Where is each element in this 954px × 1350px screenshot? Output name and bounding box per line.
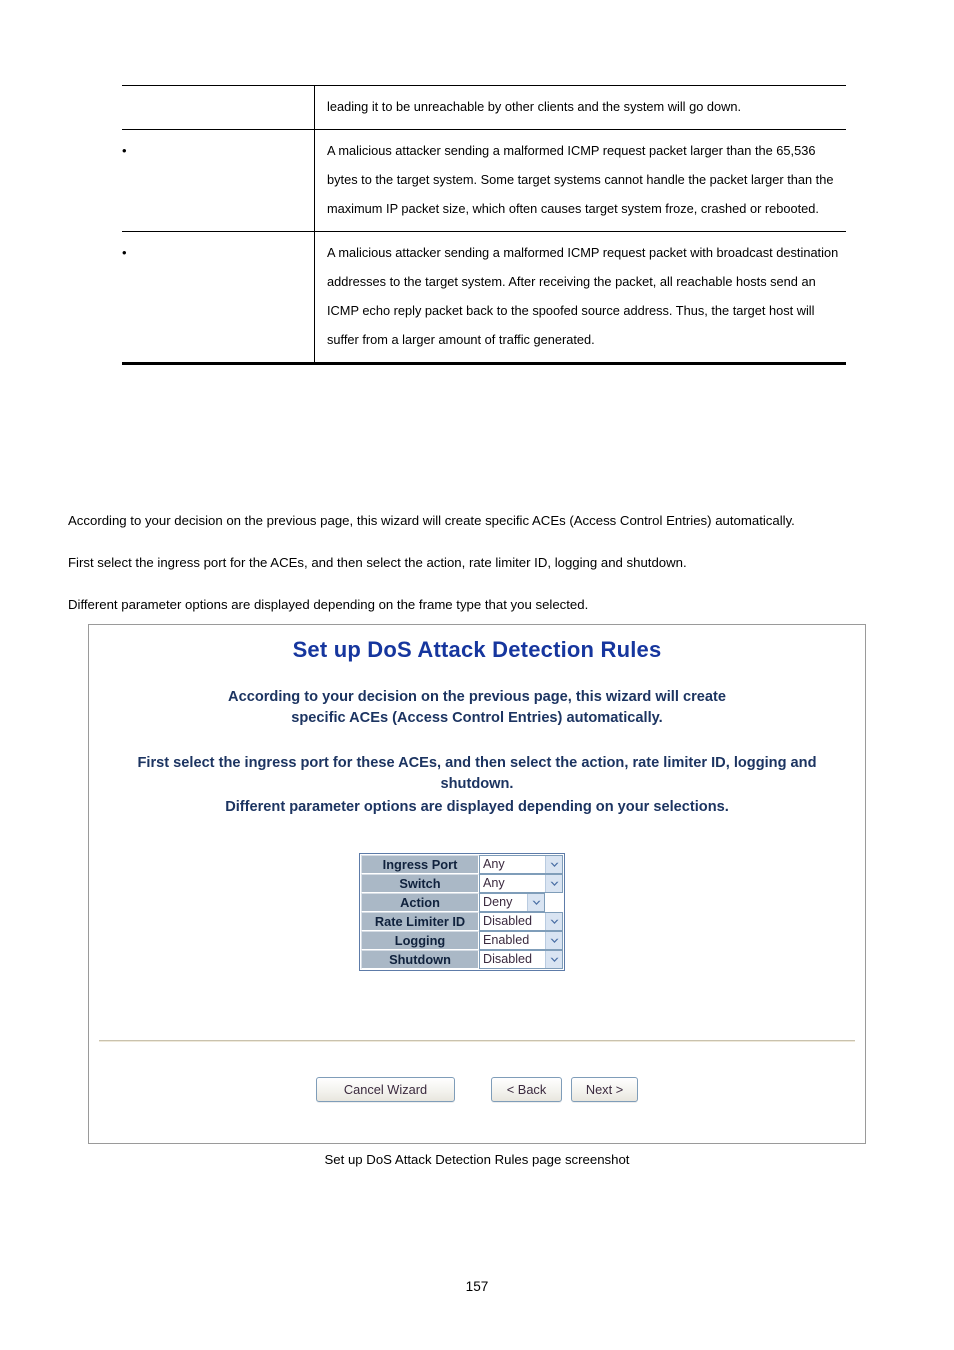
field-cell-logging: Enabled (479, 931, 563, 950)
label-switch: Switch (361, 874, 479, 893)
desc-row-text-cell: leading it to be unreachable by other cl… (314, 85, 846, 130)
switch-select[interactable]: Any (479, 874, 563, 893)
body-paragraph-3: Different parameter options are displaye… (68, 597, 589, 612)
wizard-desc-line-5: Different parameter options are displaye… (225, 799, 729, 815)
field-cell-rate-limiter-id: Disabled (479, 912, 563, 931)
settings-row-logging: Logging Enabled (361, 931, 563, 950)
wizard-button-bar: Cancel Wizard < Back Next > (89, 1077, 865, 1102)
figure-caption: Set up DoS Attack Detection Rules page s… (324, 1152, 630, 1167)
chevron-down-icon (545, 932, 562, 949)
wizard-desc-line-3: First select the ingress port for these … (137, 755, 817, 771)
settings-row-switch: Switch Any (361, 874, 563, 893)
logging-select[interactable]: Enabled (479, 931, 563, 950)
back-button[interactable]: < Back (491, 1077, 562, 1102)
desc-row-text-cell: A malicious attacker sending a malformed… (314, 231, 846, 365)
field-cell-switch: Any (479, 874, 563, 893)
shutdown-select[interactable]: Disabled (479, 950, 563, 969)
desc-row-text-cell: A malicious attacker sending a malformed… (314, 129, 846, 232)
cancel-wizard-button[interactable]: Cancel Wizard (316, 1077, 455, 1102)
label-logging: Logging (361, 931, 479, 950)
body-paragraph-1: According to your decision on the previo… (68, 513, 795, 528)
desc-text: leading it to be unreachable by other cl… (327, 99, 742, 114)
chevron-down-icon (545, 856, 562, 873)
ingress-port-select[interactable]: Any (479, 855, 563, 874)
shutdown-value: Disabled (483, 952, 533, 966)
label-shutdown: Shutdown (361, 950, 479, 969)
page-number: 157 (465, 1279, 489, 1294)
table-row: A malicious attacker sending a malformed… (122, 129, 846, 232)
footer-divider (99, 1040, 855, 1042)
label-ingress-port: Ingress Port (361, 855, 479, 874)
table-row: A malicious attacker sending a malformed… (122, 231, 846, 365)
dos-rule-settings-form: Ingress Port Any Switch Any Action Deny … (359, 853, 565, 971)
body-paragraphs: According to your decision on the previo… (68, 512, 898, 638)
action-value: Deny (483, 895, 513, 909)
desc-row-label-cell (122, 85, 315, 130)
chevron-down-icon (545, 913, 562, 930)
settings-row-rate-limiter-id: Rate Limiter ID Disabled (361, 912, 563, 931)
field-cell-ingress-port: Any (479, 855, 563, 874)
wizard-desc-line-2: specific ACEs (Access Control Entries) a… (291, 710, 663, 726)
settings-row-ingress-port: Ingress Port Any (361, 855, 563, 874)
wizard-description-block-3: Different parameter options are displaye… (117, 797, 837, 818)
wizard-description-block-1: According to your decision on the previo… (117, 687, 837, 729)
desc-text: A malicious attacker sending a malformed… (327, 143, 834, 216)
label-rate-limiter-id: Rate Limiter ID (361, 912, 479, 931)
next-button[interactable]: Next > (571, 1077, 638, 1102)
desc-row-label-cell (122, 129, 315, 232)
page-title: Set up DoS Attack Detection Rules (292, 637, 662, 662)
field-cell-action: Deny (479, 893, 563, 912)
settings-table: Ingress Port Any Switch Any Action Deny … (359, 853, 565, 971)
wizard-description-block-2: First select the ingress port for these … (117, 753, 837, 795)
label-action: Action (361, 893, 479, 912)
table-row: leading it to be unreachable by other cl… (122, 85, 846, 130)
wizard-screenshot-panel: Set up DoS Attack Detection Rules Accord… (88, 624, 866, 1144)
rate-limiter-id-value: Disabled (483, 914, 533, 928)
field-cell-shutdown: Disabled (479, 950, 563, 969)
chevron-down-icon (527, 894, 544, 911)
action-select[interactable]: Deny (479, 893, 545, 912)
switch-value: Any (483, 876, 505, 890)
chevron-down-icon (545, 875, 562, 892)
desc-text: A malicious attacker sending a malformed… (327, 245, 839, 347)
wizard-desc-line-4: shutdown. (440, 776, 514, 792)
logging-value: Enabled (483, 933, 530, 947)
settings-table-body: Ingress Port Any Switch Any Action Deny … (361, 855, 563, 969)
body-paragraph-2: First select the ingress port for the AC… (68, 555, 687, 570)
chevron-down-icon (545, 951, 562, 968)
settings-row-shutdown: Shutdown Disabled (361, 950, 563, 969)
wizard-desc-line-1: According to your decision on the previo… (228, 689, 726, 705)
desc-row-label-cell (122, 231, 315, 365)
rate-limiter-id-select[interactable]: Disabled (479, 912, 563, 931)
dos-description-table: leading it to be unreachable by other cl… (122, 85, 846, 365)
ingress-port-value: Any (483, 857, 505, 871)
settings-row-action: Action Deny (361, 893, 563, 912)
desc-table-body: leading it to be unreachable by other cl… (122, 85, 846, 365)
